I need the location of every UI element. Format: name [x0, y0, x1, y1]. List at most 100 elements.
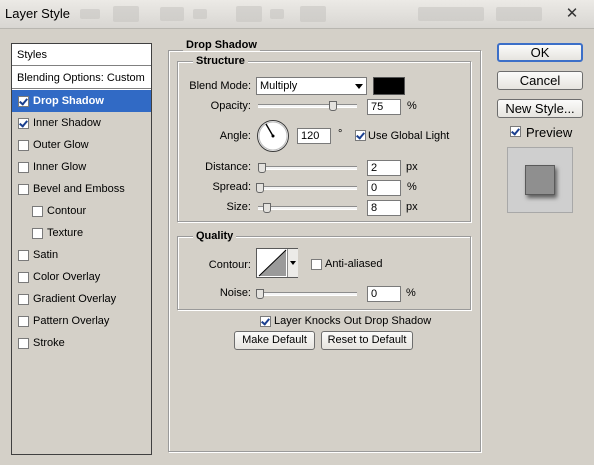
angle-dial-icon — [257, 120, 289, 152]
contour-dropdown[interactable] — [287, 249, 298, 277]
style-item-label: Stroke — [33, 337, 65, 349]
style-item-checkbox[interactable] — [18, 294, 29, 305]
style-item-outer-glow[interactable]: Outer Glow — [12, 134, 151, 156]
style-item-inner-shadow[interactable]: Inner Shadow — [12, 112, 151, 134]
distance-slider[interactable] — [258, 166, 357, 170]
size-slider-thumb[interactable] — [263, 203, 271, 213]
style-item-label: Outer Glow — [33, 139, 89, 151]
blend-mode-select[interactable]: Multiply — [256, 77, 367, 95]
style-items: Drop Shadow Inner Shadow Outer Glow Inner G… — [12, 90, 151, 454]
style-item-checkbox[interactable] — [18, 118, 29, 129]
blend-mode-value: Multiply — [260, 80, 298, 92]
contour-label: Contour: — [208, 259, 251, 271]
style-item-label: Satin — [33, 249, 59, 261]
window-title: Layer Style — [5, 6, 71, 21]
style-item-satin[interactable]: Satin — [12, 244, 151, 266]
style-item-bevel-and-emboss[interactable]: Bevel and Emboss — [12, 178, 151, 200]
close-icon[interactable]: ✕ — [560, 4, 584, 22]
style-item-checkbox[interactable] — [18, 140, 29, 151]
title-bar: Layer Style ✕ — [0, 0, 594, 29]
style-item-label: Pattern Overlay — [33, 315, 110, 327]
faded-toolbar-icon — [80, 9, 100, 19]
style-item-checkbox[interactable] — [32, 228, 43, 239]
angle-dial[interactable] — [256, 119, 290, 153]
styles-header[interactable]: Styles — [12, 44, 151, 66]
preview-thumbnail — [507, 147, 573, 213]
style-item-checkbox[interactable] — [18, 162, 29, 173]
style-item-label: Bevel and Emboss — [33, 183, 125, 195]
opacity-slider[interactable] — [258, 104, 357, 108]
style-item-checkbox[interactable] — [32, 206, 43, 217]
style-item-label: Color Overlay — [33, 271, 101, 283]
chevron-down-icon — [355, 84, 363, 89]
style-item-inner-glow[interactable]: Inner Glow — [12, 156, 151, 178]
size-slider[interactable] — [258, 206, 357, 210]
opacity-slider-thumb[interactable] — [329, 101, 338, 111]
angle-input[interactable]: 120 — [297, 128, 331, 144]
style-item-gradient-overlay[interactable]: Gradient Overlay — [12, 288, 151, 310]
style-item-checkbox[interactable] — [18, 316, 29, 327]
preview-label: Preview — [526, 125, 573, 140]
spread-label: Spread: — [212, 181, 251, 193]
style-item-checkbox[interactable] — [18, 250, 29, 261]
spread-unit: % — [407, 181, 417, 193]
style-item-checkbox[interactable] — [18, 338, 29, 349]
blending-options-item[interactable]: Blending Options: Custom — [12, 67, 151, 89]
noise-label: Noise: — [219, 287, 251, 299]
quality-title: Quality — [193, 230, 237, 242]
cancel-button[interactable]: Cancel — [497, 71, 583, 90]
style-item-label: Inner Shadow — [33, 117, 101, 129]
style-item-label: Gradient Overlay — [33, 293, 117, 305]
reset-to-default-button[interactable]: Reset to Default — [321, 331, 413, 350]
opacity-input[interactable]: 75 — [367, 99, 401, 115]
faded-toolbar-button — [418, 7, 484, 21]
chevron-down-icon — [290, 261, 296, 265]
use-global-light-checkbox[interactable] — [355, 130, 366, 141]
style-item-color-overlay[interactable]: Color Overlay — [12, 266, 151, 288]
ok-button[interactable]: OK — [497, 43, 583, 62]
opacity-label: Opacity: — [210, 100, 251, 112]
spread-slider[interactable] — [258, 186, 357, 190]
style-item-checkbox[interactable] — [18, 272, 29, 283]
style-item-label: Contour — [47, 205, 87, 217]
anti-aliased-label: Anti-aliased — [325, 258, 383, 270]
style-item-stroke[interactable]: Stroke — [12, 332, 151, 354]
style-item-drop-shadow[interactable]: Drop Shadow — [12, 90, 151, 112]
make-default-button[interactable]: Make Default — [234, 331, 315, 350]
preview-shape — [525, 165, 555, 195]
style-item-contour[interactable]: Contour — [12, 200, 151, 222]
style-item-checkbox[interactable] — [18, 96, 29, 107]
distance-input[interactable]: 2 — [367, 160, 401, 176]
style-item-checkbox[interactable] — [18, 184, 29, 195]
size-unit: px — [406, 201, 418, 213]
structure-title: Structure — [193, 55, 248, 67]
distance-label: Distance: — [205, 161, 251, 173]
style-item-label: Inner Glow — [33, 161, 87, 173]
knockout-checkbox[interactable] — [260, 316, 271, 327]
faded-toolbar-icon — [300, 6, 326, 22]
knockout-label: Layer Knocks Out Drop Shadow — [274, 315, 432, 327]
noise-slider[interactable] — [258, 292, 357, 296]
distance-unit: px — [406, 161, 418, 173]
faded-toolbar-icon — [113, 6, 139, 22]
blend-mode-label: Blend Mode: — [189, 80, 251, 92]
faded-toolbar-icon — [236, 6, 262, 22]
style-item-label: Texture — [47, 227, 84, 239]
noise-input[interactable]: 0 — [367, 286, 401, 302]
faded-toolbar-icon — [160, 7, 184, 21]
new-style-button[interactable]: New Style... — [497, 99, 583, 118]
spread-slider-thumb[interactable] — [256, 183, 264, 193]
style-item-label: Drop Shadow — [33, 95, 104, 107]
contour-picker[interactable] — [256, 248, 298, 278]
noise-unit: % — [406, 287, 416, 299]
preview-checkbox[interactable] — [510, 126, 521, 137]
use-global-light-label: Use Global Light — [368, 130, 450, 142]
size-input[interactable]: 8 — [367, 200, 401, 216]
style-item-pattern-overlay[interactable]: Pattern Overlay — [12, 310, 151, 332]
spread-input[interactable]: 0 — [367, 180, 401, 196]
anti-aliased-checkbox[interactable] — [311, 259, 322, 270]
shadow-color-swatch[interactable] — [373, 77, 405, 95]
distance-slider-thumb[interactable] — [258, 163, 266, 173]
noise-slider-thumb[interactable] — [256, 289, 264, 299]
style-item-texture[interactable]: Texture — [12, 222, 151, 244]
